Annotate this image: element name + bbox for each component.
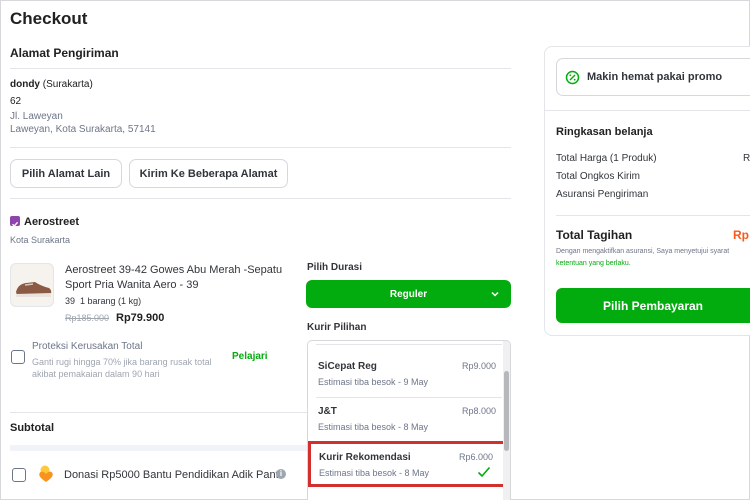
product-qty: 1 barang (1 kg) [80,296,142,306]
total-value: Rp [733,228,749,242]
shop-city: Kota Surakarta [10,235,71,245]
info-icon[interactable]: i [276,469,286,479]
protection-desc-line: Ganti rugi hingga 70% jika barang rusak … [32,357,212,367]
subtotal-label: Subtotal [10,422,54,434]
checkmark-icon [477,465,491,483]
choose-other-address-button[interactable]: Pilih Alamat Lain [10,159,122,188]
recipient-phone: 62 [10,96,22,107]
courier-name: J&T [318,406,337,417]
donation-heart-icon [36,464,56,489]
summary-row-label: Total Harga (1 Produk) [556,153,657,164]
courier-price: Rp9.000 [461,361,496,371]
total-label: Total Tagihan [556,228,633,242]
chevron-down-icon [490,289,500,302]
product-variant-qty: 39 1 barang (1 kg) [65,296,141,306]
duration-value: Reguler [389,288,428,300]
summary-row-label: Total Ongkos Kirim [556,171,640,182]
courier-option-jnt[interactable]: J&T Estimasi tiba besok - 8 May Rp8.000 [308,398,504,442]
courier-estimate: Estimasi tiba besok - 8 May [318,422,429,432]
summary-title: Ringkasan belanja [556,126,653,138]
courier-price: Rp8.000 [461,406,496,416]
product-image[interactable] [10,263,54,307]
summary-row-label: Asuransi Pengiriman [556,189,649,200]
protection-desc: Ganti rugi hingga 70% jika barang rusak … [32,356,212,380]
protection-desc-line: akibat pemakaian dalam 90 hari [32,369,160,379]
insurance-disclaimer: Dengan mengaktifkan asuransi, Saya menye… [556,248,730,255]
product-price: Rp79.900 [116,312,165,324]
address-street: Jl. Laweyan [10,111,63,122]
divider [556,215,750,216]
duration-dropdown[interactable]: Reguler [306,280,511,308]
promo-text: Makin hemat pakai promo [587,71,723,83]
address-recipient: dondy (Surakarta) [10,79,93,90]
courier-name: SiCepat Reg [318,361,377,372]
promo-button[interactable]: Makin hemat pakai promo [556,58,750,96]
summary-row-value: R [743,153,750,164]
protection-checkbox[interactable] [11,350,25,364]
product-variant: 39 [65,296,76,306]
courier-label: Kurir Pilihan [307,322,367,333]
courier-estimate: Estimasi tiba besok - 9 May [318,377,429,387]
protection-learn-link[interactable]: Pelajari [232,351,268,362]
divider [544,110,750,111]
product-title-line: Aerostreet 39-42 Gowes Abu Merah -Sepatu [65,264,283,276]
address-section-title: Alamat Pengiriman [10,46,119,60]
courier-option-sicepat[interactable]: SiCepat Reg Estimasi tiba besok - 9 May … [308,353,504,397]
section-gap [10,445,307,451]
discount-icon [565,70,580,90]
courier-price: Rp6.000 [458,452,493,462]
recipient-name: dondy [10,79,40,90]
courier-list-scrollbar[interactable] [503,341,510,500]
duration-label: Pilih Durasi [307,262,363,273]
divider [10,198,511,199]
official-shop-badge-icon [10,216,20,228]
shop-name[interactable]: Aerostreet [24,216,79,228]
donation-checkbox[interactable] [12,468,26,482]
divider [10,412,307,413]
product-price-original: Rp185.000 [65,313,110,323]
send-multiple-address-button[interactable]: Kirim Ke Beberapa Alamat [129,159,288,188]
scrollbar-thumb[interactable] [504,371,509,451]
courier-estimate: Estimasi tiba besok - 8 May [319,468,430,478]
address-label: (Surakarta) [42,79,93,90]
divider [10,147,511,148]
product-title-line: Sport Pria Wanita Aero - 39 [65,279,199,291]
terms-link[interactable]: ketentuan yang berlaku. [556,260,631,267]
divider [10,68,511,69]
courier-list[interactable]: SiCepat Reg Estimasi tiba besok - 9 May … [307,340,511,500]
product-title[interactable]: Aerostreet 39-42 Gowes Abu Merah -Sepatu… [65,263,282,293]
choose-payment-button[interactable]: Pilih Pembayaran [556,288,750,323]
protection-title: Proteksi Kerusakan Total [32,341,143,352]
donation-text: Donasi Rp5000 Bantu Pendidikan Adik Pant… [64,469,282,481]
courier-list-top-edge [316,341,502,345]
courier-option-recommended[interactable]: Kurir Rekomendasi Estimasi tiba besok - … [308,441,506,487]
courier-name: Kurir Rekomendasi [319,452,411,463]
address-city: Laweyan, Kota Surakarta, 57141 [10,124,156,135]
page-title: Checkout [10,9,88,28]
